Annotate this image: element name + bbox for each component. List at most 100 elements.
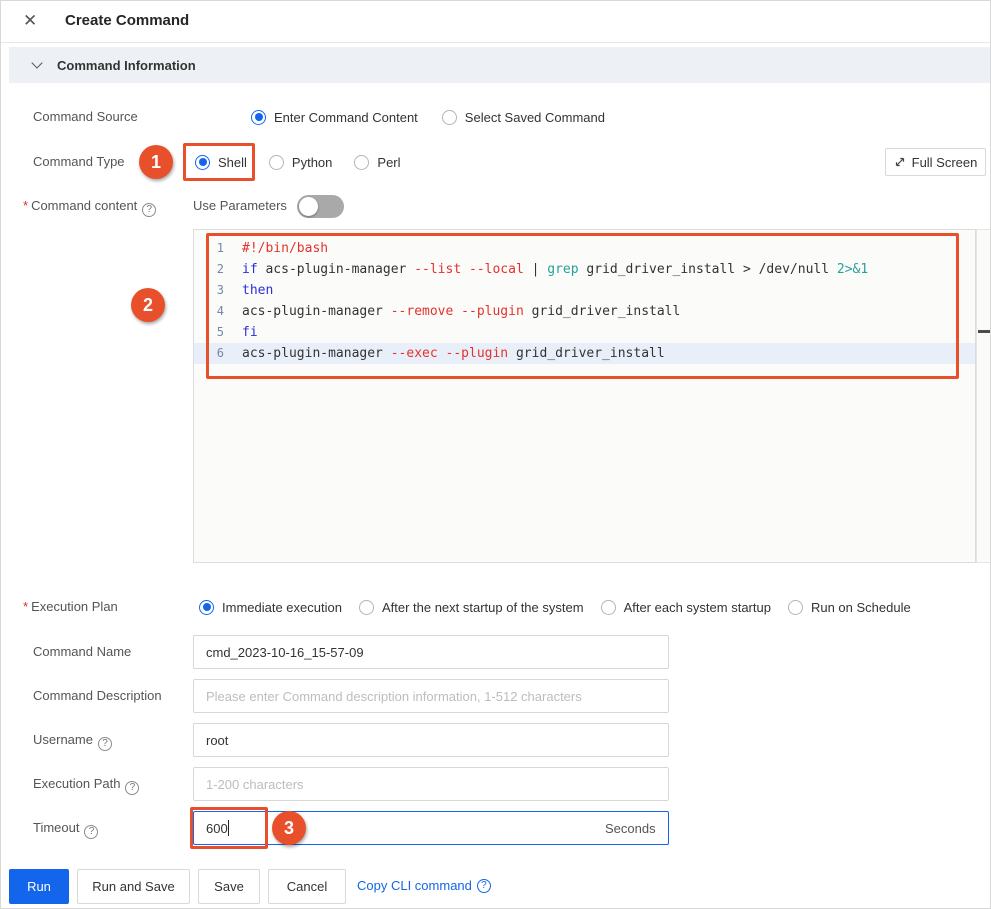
chevron-down-icon [31, 57, 43, 69]
timeout-unit: Seconds [605, 821, 656, 836]
editor-line[interactable]: 3 then [194, 280, 975, 301]
radio-immediate-execution[interactable]: Immediate execution [199, 599, 342, 615]
text-cursor [228, 820, 229, 836]
line-number: 5 [216, 325, 224, 339]
radio-label: Run on Schedule [810, 599, 911, 615]
editor-line[interactable]: 4 acs-plugin-manager --remove --plugin gr… [194, 301, 975, 322]
full-screen-label: Full Screen [911, 154, 978, 170]
command-description-label: Command Description [33, 688, 162, 703]
use-parameters-toggle[interactable] [297, 195, 344, 218]
timeout-input[interactable] [193, 811, 669, 845]
help-icon[interactable]: ? [97, 737, 112, 751]
run-and-save-button[interactable]: Run and Save [77, 869, 190, 904]
command-source-radio-group: Enter Command Content Select Saved Comma… [251, 103, 605, 131]
radio-after-each-startup[interactable]: After each system startup [600, 599, 771, 615]
command-source-label: Command Source [33, 109, 138, 124]
radio-label: After the next startup of the system [381, 599, 584, 615]
code-line: acs-plugin-manager --exec --plugin grid_… [242, 346, 665, 361]
radio-perl[interactable]: Perl [354, 154, 401, 170]
copy-cli-label: Copy CLI command [357, 878, 472, 893]
radio-label: Perl [377, 154, 401, 170]
line-number: 3 [216, 283, 224, 297]
required-mark: * [23, 599, 29, 614]
execution-path-label: Execution Path? [33, 770, 140, 798]
required-mark: * [23, 198, 29, 213]
section-command-information[interactable]: Command Information [9, 47, 990, 83]
timeout-label-text: Timeout [33, 820, 80, 835]
save-button[interactable]: Save [198, 869, 260, 904]
radio-label: Python [291, 154, 333, 170]
create-command-dialog: ✕ Create Command Command Information Com… [0, 0, 991, 909]
command-name-input[interactable] [193, 635, 669, 669]
command-type-radio-group: Shell Python Perl [195, 148, 401, 176]
run-button[interactable]: Run [9, 869, 69, 904]
expand-icon [895, 157, 904, 167]
radio-icon [354, 154, 370, 170]
toggle-knob [299, 197, 318, 216]
copy-cli-command-link[interactable]: Copy CLI command? [357, 878, 491, 893]
cancel-button[interactable]: Cancel [268, 869, 346, 904]
editor-line[interactable]: 2 if acs-plugin-manager --list --local | … [194, 259, 975, 280]
code-editor-lines: 1 #!/bin/bash 2 if acs-plugin-manager --lis… [194, 238, 975, 364]
editor-line[interactable]: 5 fi [194, 322, 975, 343]
radio-icon [600, 599, 616, 615]
radio-selected-icon [199, 599, 214, 615]
editor-line[interactable]: 6 acs-plugin-manager --exec --plugin grid… [194, 343, 975, 364]
code-line: acs-plugin-manager --remove --plugin gri… [242, 304, 681, 319]
code-editor[interactable]: 1 #!/bin/bash 2 if acs-plugin-manager --lis… [193, 229, 976, 563]
radio-icon [787, 599, 803, 615]
timeout-label: Timeout? [33, 814, 99, 842]
username-input[interactable] [193, 723, 669, 757]
use-parameters-label: Use Parameters [193, 198, 287, 213]
radio-after-next-startup[interactable]: After the next startup of the system [358, 599, 584, 615]
annotation-badge-3: 3 [272, 811, 306, 845]
radio-select-saved-command[interactable]: Select Saved Command [441, 109, 605, 125]
username-label-text: Username [33, 732, 93, 747]
radio-label: Shell [218, 154, 247, 170]
execution-plan-label: * Execution Plan [23, 593, 118, 621]
editor-scrollbar[interactable] [976, 229, 990, 563]
radio-selected-icon [251, 109, 266, 125]
help-icon[interactable]: ? [84, 825, 99, 839]
execution-path-input[interactable] [193, 767, 669, 801]
code-line: if acs-plugin-manager --list --local | g… [242, 262, 869, 277]
radio-label: Enter Command Content [274, 109, 418, 125]
radio-run-on-schedule[interactable]: Run on Schedule [787, 599, 911, 615]
help-icon[interactable]: ? [476, 878, 491, 893]
code-line: then [242, 283, 274, 298]
help-icon[interactable]: ? [125, 781, 140, 795]
help-icon[interactable]: ? [142, 203, 157, 217]
radio-label: Select Saved Command [464, 109, 605, 125]
line-number: 2 [216, 262, 224, 276]
editor-line[interactable]: 1 #!/bin/bash [194, 238, 975, 259]
radio-python[interactable]: Python [268, 154, 333, 170]
command-description-input[interactable] [193, 679, 669, 713]
radio-icon [358, 599, 374, 615]
close-icon[interactable]: ✕ [23, 11, 37, 31]
username-label: Username? [33, 726, 112, 754]
code-line: fi [242, 325, 258, 340]
section-title: Command Information [57, 57, 196, 73]
radio-selected-icon [195, 154, 210, 170]
dialog-title: Create Command [65, 12, 190, 29]
code-line: #!/bin/bash [242, 241, 329, 256]
scrollbar-thumb[interactable] [978, 330, 990, 333]
command-content-label: * Command content? [23, 192, 157, 220]
command-type-label: Command Type [33, 154, 125, 169]
command-content-label-text: Command content [31, 198, 138, 213]
annotation-badge-1: 1 [139, 145, 173, 179]
line-number: 1 [216, 241, 224, 255]
radio-icon [441, 109, 457, 125]
dialog-header: ✕ Create Command [1, 1, 990, 43]
line-number: 6 [216, 346, 224, 360]
command-name-label: Command Name [33, 644, 132, 659]
radio-shell[interactable]: Shell [195, 154, 247, 170]
full-screen-button[interactable]: Full Screen [885, 148, 986, 176]
annotation-badge-2: 2 [131, 288, 165, 322]
execution-path-label-text: Execution Path [33, 776, 121, 791]
line-number: 4 [216, 304, 224, 318]
execution-plan-radio-group: Immediate execution After the next start… [199, 593, 911, 621]
radio-label: After each system startup [623, 599, 771, 615]
radio-enter-command-content[interactable]: Enter Command Content [251, 109, 418, 125]
execution-plan-label-text: Execution Plan [31, 599, 118, 614]
